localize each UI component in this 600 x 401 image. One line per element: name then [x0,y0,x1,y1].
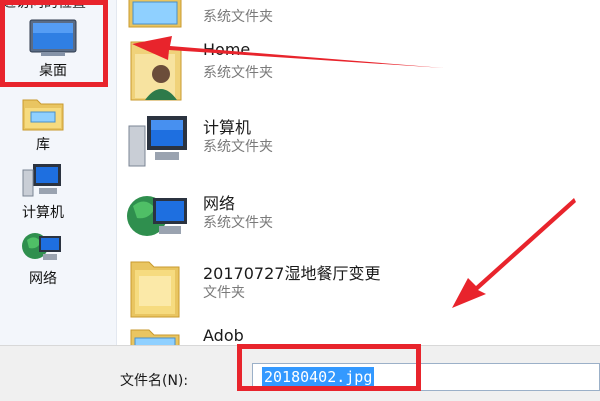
folder-icon [130,261,180,318]
list-item[interactable]: Adob [125,324,595,345]
item-type: 系统文件夹 [203,9,273,25]
sidebar-item-library[interactable]: 库 [0,92,88,154]
sidebar-item-label: 网络 [29,271,57,287]
network-icon [127,196,187,236]
file-list: 系统文件夹 Home 系统文件夹 计算机 系统文件夹 网络 系统文件夹 2017… [117,0,600,345]
sidebar-item-label: 库 [36,137,50,153]
item-name: Home [203,40,251,59]
highlight-box-desktop [0,0,108,87]
list-item[interactable]: 网络 系统文件夹 [125,188,595,258]
item-type: 系统文件夹 [203,139,273,155]
list-item[interactable]: Home 系统文件夹 [125,38,595,108]
computer-icon [22,164,61,197]
item-name: 计算机 [203,118,252,137]
item-name: Adob [203,326,244,345]
folder-icon [128,0,182,28]
library-folder-icon [22,99,64,131]
list-item[interactable]: 计算机 系统文件夹 [125,112,595,182]
sidebar-item-computer[interactable]: 计算机 [0,162,88,222]
highlight-box-filename [237,344,421,391]
filename-label: 文件名(N): [120,373,189,389]
computer-icon [128,116,187,167]
sidebar-item-network[interactable]: 网络 [0,228,88,288]
user-folder-icon [130,41,182,101]
item-name: 20170727湿地餐厅变更 [203,264,381,283]
folder-icon [130,329,180,345]
item-type: 文件夹 [203,285,245,301]
network-icon [22,233,61,260]
item-type: 系统文件夹 [203,65,273,81]
list-item[interactable]: 20170727湿地餐厅变更 文件夹 [125,258,595,328]
item-type: 系统文件夹 [203,215,273,231]
item-name: 网络 [203,194,236,213]
sidebar-item-label: 计算机 [22,205,64,221]
